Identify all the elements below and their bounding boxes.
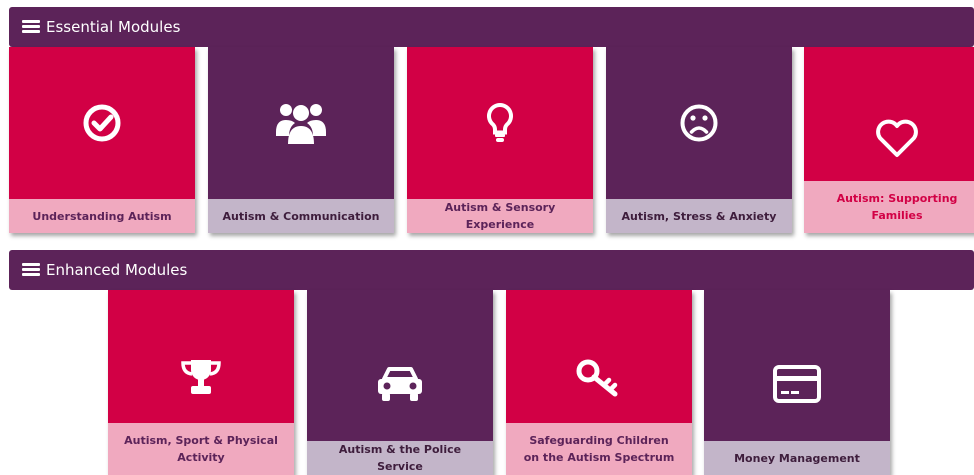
essential-modules-header[interactable]: Essential Modules [9,7,974,47]
module-card-autism-communication[interactable]: Autism & Communication [208,47,394,233]
module-card-autism-stress-anxiety[interactable]: Autism, Stress & Anxiety [606,47,792,233]
card-label: Autism: Supporting Families [804,181,974,233]
lightbulb-icon [487,102,513,142]
frown-face-icon [680,104,718,142]
heart-icon [876,119,918,157]
section-title: Essential Modules [46,18,181,36]
card-icon-area [307,290,493,441]
module-card-autism-sport-physical-activity[interactable]: Autism, Sport & Physical Activity [108,290,294,475]
car-icon [378,366,422,401]
card-icon-area [506,290,692,423]
card-label: Autism & the Police Service [307,441,493,475]
card-icon-area [704,290,890,441]
trophy-icon [181,359,221,394]
module-card-money-management[interactable]: Money Management [704,290,890,475]
module-card-understanding-autism[interactable]: Understanding Autism [9,47,195,233]
card-icon-area [208,47,394,199]
key-icon [576,359,618,396]
card-label: Autism, Stress & Anxiety [606,199,792,233]
card-label: Money Management [704,441,890,475]
card-icon-area [108,290,294,423]
card-label: Understanding Autism [9,199,195,233]
card-label: Autism & Sensory Experience [407,199,593,233]
card-icon-area [606,47,792,199]
card-icon-area [407,47,593,199]
users-icon [276,104,326,144]
card-label: Autism, Sport & Physical Activity [108,423,294,475]
credit-card-icon [773,364,821,403]
card-icon-area [9,47,195,199]
enhanced-modules-header[interactable]: Enhanced Modules [9,250,974,290]
card-label: Autism & Communication [208,199,394,233]
card-icon-area [804,47,974,181]
module-card-autism-police-service[interactable]: Autism & the Police Service [307,290,493,475]
check-circle-icon [83,104,121,142]
hamburger-menu-icon [22,20,40,34]
section-title: Enhanced Modules [46,261,188,279]
module-card-autism-sensory-experience[interactable]: Autism & Sensory Experience [407,47,593,233]
hamburger-menu-icon [22,263,40,277]
module-card-safeguarding-children[interactable]: Safeguarding Children on the Autism Spec… [506,290,692,475]
module-card-autism-supporting-families[interactable]: Autism: Supporting Families [804,47,974,233]
card-label: Safeguarding Children on the Autism Spec… [506,423,692,475]
